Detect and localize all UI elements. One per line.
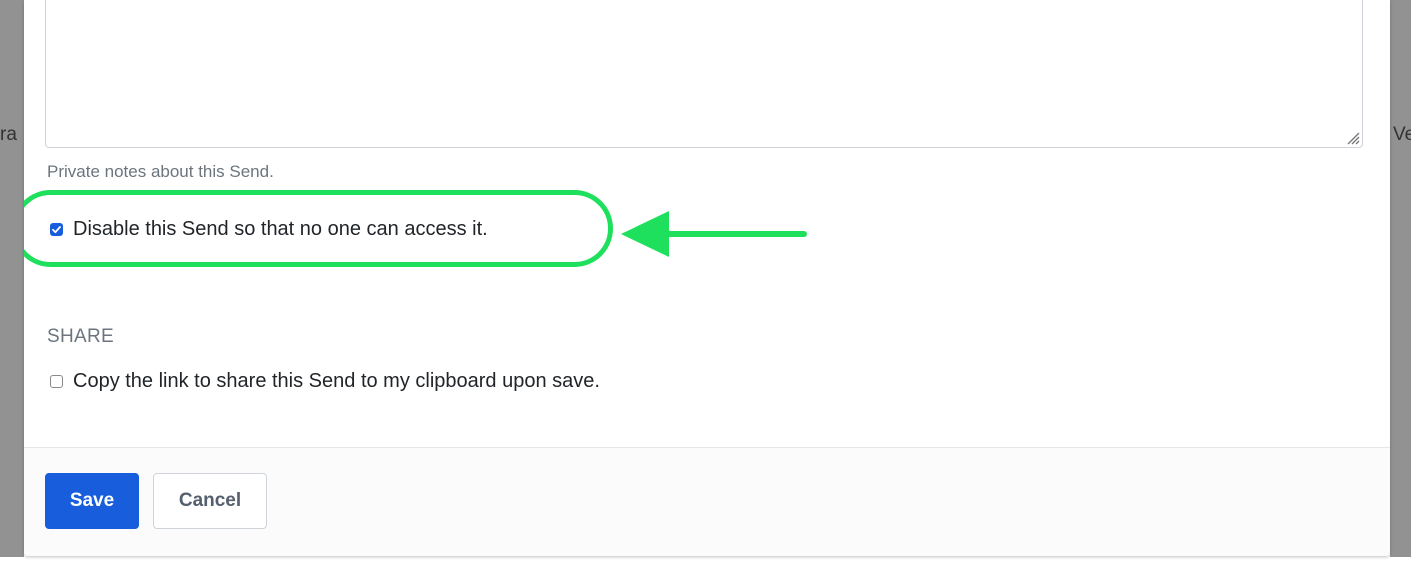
dialog-footer: Save Cancel (24, 447, 1390, 556)
backdrop-left-strip (0, 0, 24, 557)
edit-send-dialog: Private notes about this Send. Disable t… (24, 0, 1390, 556)
checkmark-icon (52, 226, 61, 234)
disable-send-checkbox[interactable] (50, 223, 63, 236)
copy-link-label: Copy the link to share this Send to my c… (73, 370, 600, 392)
notes-textarea[interactable] (45, 0, 1363, 148)
disable-send-label: Disable this Send so that no one can acc… (73, 218, 488, 240)
backdrop-right-strip (1390, 0, 1411, 557)
cancel-button[interactable]: Cancel (153, 473, 267, 529)
copy-link-checkbox[interactable] (50, 375, 63, 388)
copy-link-option[interactable]: Copy the link to share this Send to my c… (50, 370, 600, 393)
resize-grip-icon[interactable] (1344, 129, 1360, 145)
backdrop-text-left: ra (0, 124, 17, 145)
share-section-heading: SHARE (47, 326, 114, 347)
backdrop-text-right: Ve (1393, 124, 1411, 145)
disable-send-option[interactable]: Disable this Send so that no one can acc… (50, 218, 488, 241)
save-button[interactable]: Save (45, 473, 139, 529)
arrow-left-icon (621, 211, 807, 257)
notes-help-text: Private notes about this Send. (47, 162, 274, 181)
